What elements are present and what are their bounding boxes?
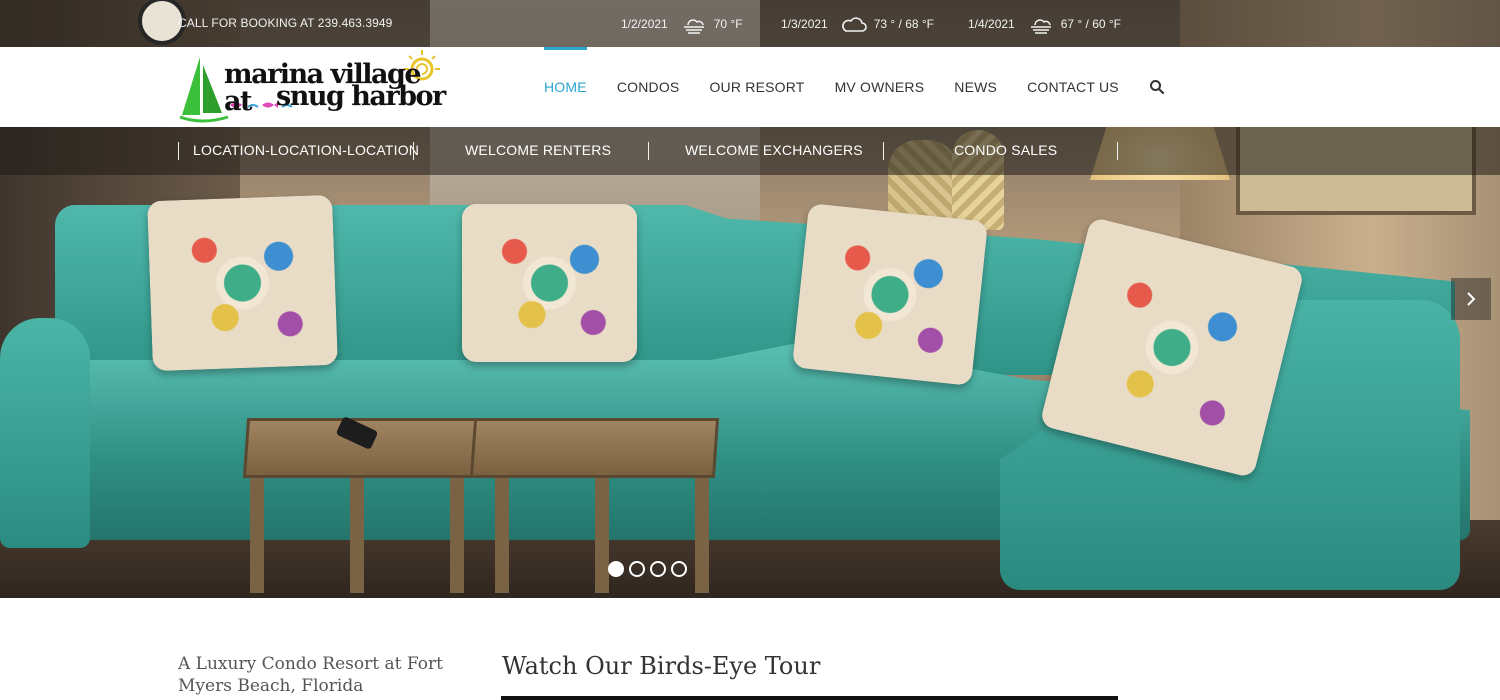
hero-pillow [791,203,989,386]
site-logo[interactable]: marina village at snug harbor [178,47,448,125]
hero-table-legs [250,478,480,593]
weather-temp: 67 ° / 60 °F [1060,17,1122,31]
slider-dot[interactable] [608,561,624,577]
fog-icon [683,19,704,34]
slider-dot[interactable] [629,561,645,577]
weather-date: 1/3/2021 [781,17,828,31]
slider-next-button[interactable] [1451,278,1491,320]
slider-dot[interactable] [671,561,687,577]
chevron-right-icon [1467,292,1476,306]
hero-pillow [147,194,338,372]
secondary-nav: LOCATION-LOCATION-LOCATION WELCOME RENTE… [0,127,1500,175]
nav-item-our-resort[interactable]: OUR RESORT [709,47,804,127]
tour-heading: Watch Our Birds-Eye Tour [502,652,821,680]
weather-temp: 70 °F [713,17,743,31]
nav-item-news[interactable]: NEWS [954,47,997,127]
nav-item-condos[interactable]: CONDOS [617,47,680,127]
top-info-bar: CALL FOR BOOKING AT 239.463.3949 1/2/202… [0,0,1500,47]
hero-pillow [462,204,637,362]
cloud-icon [841,17,867,32]
hero-side-table [469,418,720,478]
weather-temp: 73 ° / 68 °F [873,17,935,31]
subnav-divider [883,142,884,160]
slider-pagination [608,561,687,577]
tour-video-frame[interactable] [501,696,1118,700]
subnav-item-location[interactable]: LOCATION-LOCATION-LOCATION [193,142,419,158]
weather-day-3: 1/4/2021 67 ° / 60 °F [968,14,1121,34]
fog-icon [1030,19,1051,34]
weather-date: 1/2/2021 [621,17,668,31]
subnav-divider [178,142,179,160]
weather-date: 1/4/2021 [968,17,1015,31]
slider-dot[interactable] [650,561,666,577]
nav-item-contact-us[interactable]: CONTACT US [1027,47,1119,127]
subnav-divider [648,142,649,160]
subnav-item-welcome-exchangers[interactable]: WELCOME EXCHANGERS [685,142,863,158]
weather-day-1: 1/2/2021 70 °F [621,14,743,34]
weather-day-2: 1/3/2021 73 ° / 68 °F [781,14,934,34]
nav-item-home[interactable]: HOME [544,47,587,127]
subnav-item-welcome-renters[interactable]: WELCOME RENTERS [465,142,611,158]
booking-phone-text: CALL FOR BOOKING AT 239.463.3949 [178,16,393,30]
site-header: marina village at snug harbor HOME CONDO… [0,47,1500,127]
nav-item-mv-owners[interactable]: MV OWNERS [835,47,925,127]
resort-tagline: A Luxury Condo Resort at Fort Myers Beac… [178,654,443,696]
subnav-item-condo-sales[interactable]: CONDO SALES [954,142,1057,158]
subnav-divider [413,142,414,160]
hero-sofa-arm-left [0,318,90,548]
main-nav: HOME CONDOS OUR RESORT MV OWNERS NEWS CO… [544,47,1165,127]
search-icon[interactable] [1149,79,1165,95]
subnav-divider [1117,142,1118,160]
logo-text-line-2: snug harbor [276,81,446,112]
